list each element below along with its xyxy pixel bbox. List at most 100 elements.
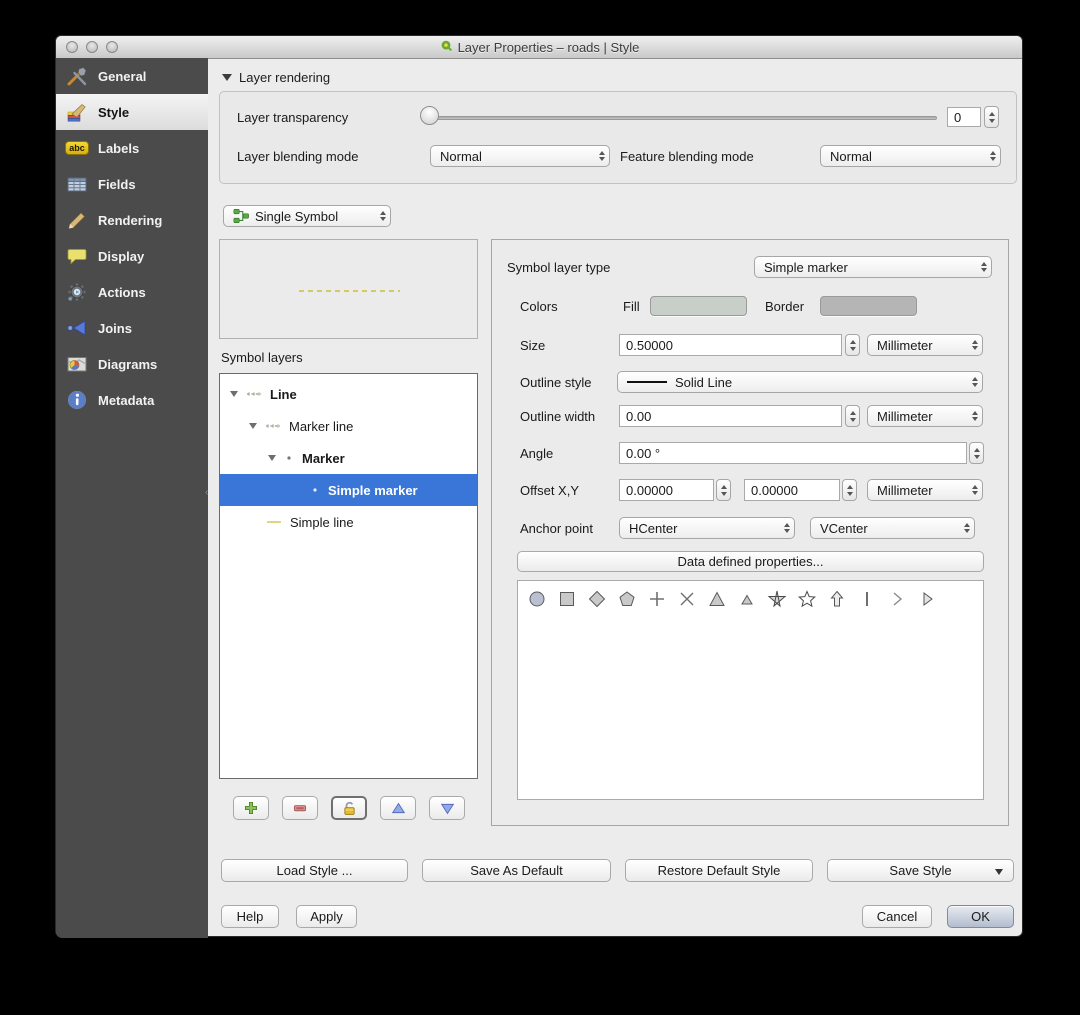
- sidebar-item-display[interactable]: Display: [56, 238, 208, 274]
- marker-shape-pentagon[interactable]: [612, 586, 642, 612]
- load-style-button[interactable]: Load Style ...: [221, 859, 408, 882]
- close-window-button[interactable]: [66, 41, 78, 53]
- anchor-v-select[interactable]: VCenter: [810, 517, 975, 539]
- marker-shape-triangle[interactable]: [702, 586, 732, 612]
- move-layer-down-button[interactable]: [429, 796, 465, 820]
- offset-y-input[interactable]: 0.00000: [744, 479, 840, 501]
- apply-button[interactable]: Apply: [296, 905, 357, 928]
- sidebar-item-general[interactable]: General: [56, 58, 208, 94]
- remove-symbol-layer-button[interactable]: [282, 796, 318, 820]
- tree-row-line[interactable]: Line: [220, 378, 477, 410]
- expand-arrow-icon[interactable]: [268, 455, 276, 461]
- marker-shape-chevron[interactable]: [882, 586, 912, 612]
- tree-row-marker[interactable]: Marker: [220, 442, 477, 474]
- restore-default-style-button[interactable]: Restore Default Style: [625, 859, 813, 882]
- border-color-button[interactable]: [820, 296, 917, 316]
- tree-row-simple-line[interactable]: Simple line: [220, 506, 477, 538]
- marker-shape-circle[interactable]: [522, 586, 552, 612]
- data-defined-properties-button[interactable]: Data defined properties...: [517, 551, 984, 572]
- offset-unit-select[interactable]: Millimeter: [867, 479, 983, 501]
- fill-color-button[interactable]: [650, 296, 747, 316]
- marker-dot-icon: [310, 486, 320, 494]
- sidebar: General Style abc Labels Fields Renderin…: [56, 58, 208, 938]
- sidebar-item-fields[interactable]: Fields: [56, 166, 208, 202]
- marker-shape-line[interactable]: [852, 586, 882, 612]
- symbol-preview: [219, 239, 478, 339]
- add-symbol-layer-button[interactable]: [233, 796, 269, 820]
- splitter-grip[interactable]: ‹: [205, 488, 214, 498]
- layer-blending-select[interactable]: Normal: [430, 145, 610, 167]
- layer-rendering-header[interactable]: Layer rendering: [222, 70, 330, 85]
- move-layer-up-button[interactable]: [380, 796, 416, 820]
- sidebar-item-label: Actions: [98, 284, 146, 300]
- window-title: Layer Properties – roads | Style: [457, 39, 640, 55]
- sidebar-item-rendering[interactable]: Rendering: [56, 202, 208, 238]
- cancel-button[interactable]: Cancel: [862, 905, 932, 928]
- colors-label: Colors: [520, 298, 558, 314]
- marker-shape-cross2[interactable]: [672, 586, 702, 612]
- tree-row-simple-marker[interactable]: Simple marker: [220, 474, 477, 506]
- outline-width-input[interactable]: 0.00: [619, 405, 842, 427]
- outline-width-unit-select[interactable]: Millimeter: [867, 405, 983, 427]
- layer-transparency-slider-handle[interactable]: [420, 106, 439, 125]
- sidebar-item-label: Display: [98, 248, 145, 264]
- outline-style-select[interactable]: Solid Line: [617, 371, 983, 393]
- size-stepper[interactable]: [845, 334, 860, 356]
- offset-y-stepper[interactable]: [842, 479, 857, 501]
- offset-x-input[interactable]: 0.00000: [619, 479, 714, 501]
- angle-stepper[interactable]: [969, 442, 984, 464]
- expand-arrow-icon[interactable]: [230, 391, 238, 397]
- tree-row-marker-line[interactable]: Marker line: [220, 410, 477, 442]
- lock-open-icon: [343, 801, 355, 815]
- titlebar[interactable]: Layer Properties – roads | Style: [56, 36, 1022, 59]
- save-style-menu-button[interactable]: Save Style: [827, 859, 1014, 882]
- save-as-default-button[interactable]: Save As Default: [422, 859, 611, 882]
- marker-shape-equilateral-triangle[interactable]: [732, 586, 762, 612]
- layer-transparency-input[interactable]: 0: [947, 107, 981, 127]
- sidebar-item-style[interactable]: Style: [56, 94, 208, 130]
- lock-symbol-layer-button[interactable]: [331, 796, 367, 820]
- sidebar-item-diagrams[interactable]: Diagrams: [56, 346, 208, 382]
- marker-shape-star-crossed[interactable]: [762, 586, 792, 612]
- ok-button[interactable]: OK: [947, 905, 1014, 928]
- sidebar-item-labels[interactable]: abc Labels: [56, 130, 208, 166]
- marker-dot-icon: [284, 454, 294, 462]
- zoom-window-button[interactable]: [106, 41, 118, 53]
- symbol-layer-type-select[interactable]: Simple marker: [754, 256, 992, 278]
- help-button[interactable]: Help: [221, 905, 279, 928]
- marker-shape-square[interactable]: [552, 586, 582, 612]
- renderer-select[interactable]: Single Symbol: [223, 205, 391, 227]
- menu-arrow-icon: [995, 869, 1003, 875]
- layer-transparency-label: Layer transparency: [237, 109, 349, 125]
- minimize-window-button[interactable]: [86, 41, 98, 53]
- tree-row-label: Marker: [302, 450, 345, 466]
- layer-transparency-slider-track[interactable]: [427, 116, 937, 120]
- offset-x-stepper[interactable]: [716, 479, 731, 501]
- angle-input[interactable]: 0.00 °: [619, 442, 967, 464]
- marker-shape-arrowhead[interactable]: [912, 586, 942, 612]
- outline-width-stepper[interactable]: [845, 405, 860, 427]
- marker-shape-star[interactable]: [792, 586, 822, 612]
- sidebar-item-actions[interactable]: Actions: [56, 274, 208, 310]
- dropdown-arrows-icon: [972, 485, 978, 495]
- marker-shape-arrow[interactable]: [822, 586, 852, 612]
- fill-label: Fill: [623, 298, 640, 314]
- anchor-h-select[interactable]: HCenter: [619, 517, 795, 539]
- feature-blending-select[interactable]: Normal: [820, 145, 1001, 167]
- general-icon: [64, 64, 90, 88]
- sidebar-item-joins[interactable]: Joins: [56, 310, 208, 346]
- sidebar-item-metadata[interactable]: Metadata: [56, 382, 208, 418]
- marker-shape-cross[interactable]: [642, 586, 672, 612]
- size-label: Size: [520, 337, 546, 353]
- expand-arrow-icon[interactable]: [249, 423, 257, 429]
- anchor-point-label: Anchor point: [520, 520, 593, 536]
- dropdown-arrows-icon: [964, 523, 970, 533]
- display-icon: [64, 244, 90, 268]
- size-input[interactable]: 0.50000: [619, 334, 842, 356]
- marker-shape-diamond[interactable]: [582, 586, 612, 612]
- layer-rendering-title: Layer rendering: [239, 70, 331, 85]
- layer-transparency-stepper[interactable]: [984, 106, 999, 128]
- marker-line-icon: [265, 421, 281, 431]
- marker-shape-list: [517, 580, 984, 800]
- size-unit-select[interactable]: Millimeter: [867, 334, 983, 356]
